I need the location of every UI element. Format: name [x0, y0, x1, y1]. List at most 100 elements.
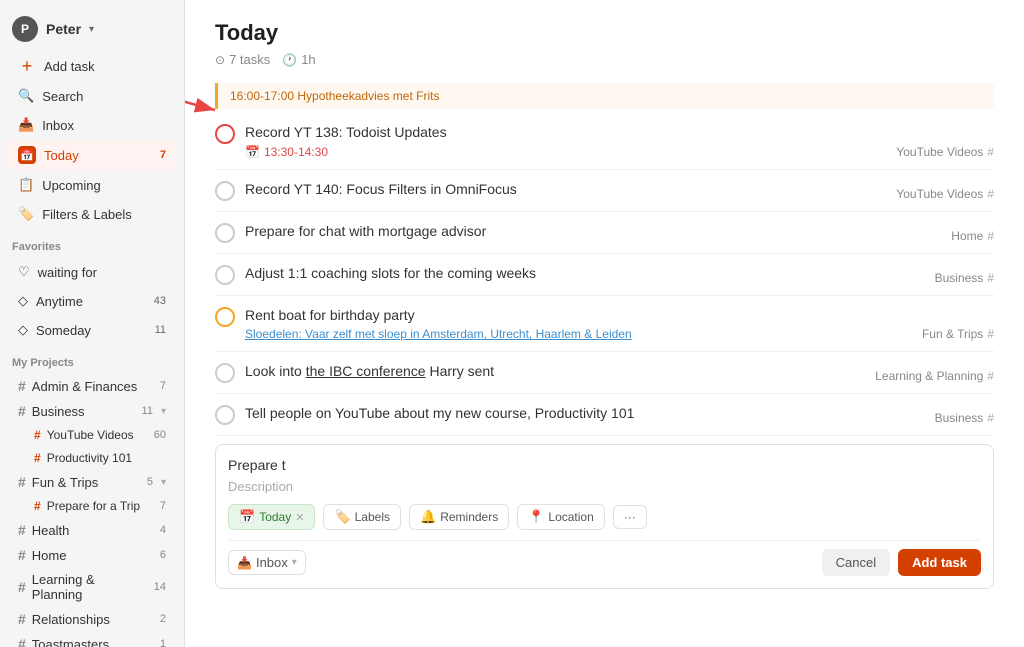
project-name: Fun & Trips	[922, 327, 983, 341]
hash-icon: #	[34, 428, 41, 442]
sidebar-item-waiting-for[interactable]: ♡ waiting for	[6, 258, 178, 286]
sidebar-item-admin-finances[interactable]: # Admin & Finances 7	[6, 374, 178, 398]
sidebar-item-learning-planning[interactable]: # Learning & Planning 14	[6, 568, 178, 606]
filters-icon: 🏷️	[18, 206, 34, 222]
sidebar-item-prepare-trip[interactable]: # Prepare for a Trip 7	[6, 495, 178, 517]
task-checkbox[interactable]	[215, 265, 235, 285]
project-name: YouTube Videos	[896, 187, 983, 201]
add-task-label: Add task	[44, 59, 95, 74]
task-body: Record YT 140: Focus Filters in OmniFocu…	[245, 180, 884, 200]
task-body: Prepare for chat with mortgage advisor	[245, 222, 939, 242]
form-buttons: Cancel Add task	[822, 549, 981, 576]
calendar-icon: 📅	[239, 509, 255, 525]
more-button[interactable]: ···	[613, 505, 647, 529]
hash-icon: #	[987, 369, 994, 383]
hash-icon: #	[18, 474, 26, 490]
sidebar-item-fun-trips[interactable]: # Fun & Trips 5 ▾	[6, 470, 178, 494]
sidebar-item-youtube-videos[interactable]: # YouTube Videos 60	[6, 424, 178, 446]
task-row: Record YT 140: Focus Filters in OmniFocu…	[215, 170, 994, 212]
project-name: Business	[935, 411, 984, 425]
inbox-selector[interactable]: 📥 Inbox ▾	[228, 550, 306, 575]
sidebar-item-toastmasters[interactable]: # Toastmasters 1	[6, 632, 178, 647]
project-badge: 6	[160, 549, 166, 561]
sidebar-item-anytime[interactable]: ◇ Anytime 43	[6, 287, 178, 315]
someday-icon: ◇	[18, 322, 28, 338]
task-title-input[interactable]	[228, 457, 981, 473]
user-menu[interactable]: P Peter ▾	[0, 8, 184, 50]
waiting-for-label: waiting for	[38, 265, 97, 280]
project-name: YouTube Videos	[896, 145, 983, 159]
task-checkbox[interactable]	[215, 124, 235, 144]
project-badge: 7	[160, 380, 166, 392]
add-task-button[interactable]: Add task	[898, 549, 981, 576]
plus-icon: +	[18, 57, 36, 75]
remove-date-button[interactable]: ✕	[295, 511, 304, 524]
sidebar-item-filters[interactable]: 🏷️ Filters & Labels	[6, 200, 178, 228]
task-checkbox[interactable]	[215, 223, 235, 243]
someday-label: Someday	[36, 323, 91, 338]
hash-icon: #	[18, 403, 26, 419]
form-footer: 📥 Inbox ▾ Cancel Add task	[228, 540, 981, 576]
task-underline: the IBC conference	[306, 363, 426, 379]
favorites-section: Favorites	[0, 229, 184, 257]
task-title: Tell people on YouTube about my new cour…	[245, 404, 923, 424]
task-checkbox[interactable]	[215, 181, 235, 201]
sidebar-item-home[interactable]: # Home 6	[6, 543, 178, 567]
task-body: Look into the IBC conference Harry sent	[245, 362, 863, 382]
sidebar-item-business[interactable]: # Business 11 ▾	[6, 399, 178, 423]
task-title: Record YT 138: Todoist Updates	[245, 123, 884, 143]
location-button[interactable]: 📍 Location	[517, 504, 605, 530]
task-title: Prepare for chat with mortgage advisor	[245, 222, 939, 242]
hash-icon: #	[18, 522, 26, 538]
project-name: Fun & Trips	[32, 475, 98, 490]
label-icon: 🏷️	[334, 509, 350, 525]
hash-icon: #	[18, 547, 26, 563]
reminders-button[interactable]: 🔔 Reminders	[409, 504, 509, 530]
sidebar-item-relationships[interactable]: # Relationships 2	[6, 607, 178, 631]
time-estimate: 🕐 1h	[282, 52, 315, 67]
time-block: 16:00-17:00 Hypotheekadvies met Frits	[215, 83, 994, 109]
task-title: Look into the IBC conference Harry sent	[245, 362, 863, 382]
anytime-badge: 43	[154, 295, 166, 307]
sidebar-item-today[interactable]: 📅 Today 7	[6, 140, 178, 170]
sidebar-item-upcoming[interactable]: 📋 Upcoming	[6, 171, 178, 199]
project-badge: 4	[160, 524, 166, 536]
project-name: Admin & Finances	[32, 379, 138, 394]
hash-icon: #	[18, 378, 26, 394]
task-subtitle: Sloedelen: Vaar zelf met sloep in Amster…	[245, 327, 910, 341]
sidebar-item-health[interactable]: # Health 4	[6, 518, 178, 542]
task-project: Learning & Planning #	[863, 369, 994, 383]
sidebar-item-someday[interactable]: ◇ Someday 11	[6, 316, 178, 344]
calendar-icon: 📅	[245, 145, 260, 159]
project-name: Health	[32, 523, 70, 538]
inbox-icon: 📥	[18, 117, 34, 133]
sidebar-item-search[interactable]: 🔍 Search	[6, 82, 178, 110]
add-task-button[interactable]: + Add task	[6, 51, 178, 81]
project-name: Business	[32, 404, 85, 419]
sidebar-item-inbox[interactable]: 📥 Inbox	[6, 111, 178, 139]
project-badge: 60	[154, 429, 166, 441]
task-checkbox[interactable]	[215, 307, 235, 327]
more-icon: ···	[624, 510, 636, 524]
sidebar-item-productivity-101[interactable]: # Productivity 101	[6, 447, 178, 469]
project-name: Relationships	[32, 612, 110, 627]
task-checkbox[interactable]	[215, 363, 235, 383]
project-name: YouTube Videos	[47, 428, 134, 442]
hash-icon: #	[18, 579, 26, 595]
date-button[interactable]: 📅 Today ✕	[228, 504, 315, 530]
project-name: Learning & Planning	[875, 369, 983, 383]
add-task-form: Description 📅 Today ✕ 🏷️ Labels 🔔 Remind…	[215, 444, 994, 589]
main-content: Today ⊙ 7 tasks 🕐 1h 16:00-17:00 Hypothe…	[185, 0, 1024, 647]
task-link[interactable]: Sloedelen: Vaar zelf met sloep in Amster…	[245, 327, 632, 341]
task-checkbox[interactable]	[215, 405, 235, 425]
task-project: Home #	[939, 229, 994, 243]
upcoming-label: Upcoming	[42, 178, 101, 193]
cancel-button[interactable]: Cancel	[822, 549, 890, 576]
task-body: Record YT 138: Todoist Updates 📅 13:30-1…	[245, 123, 884, 159]
hash-icon: #	[987, 145, 994, 159]
task-title: Record YT 140: Focus Filters in OmniFocu…	[245, 180, 884, 200]
labels-button[interactable]: 🏷️ Labels	[323, 504, 401, 530]
hash-icon: #	[34, 499, 41, 513]
today-icon: 📅	[18, 146, 36, 164]
inbox-label: Inbox	[42, 118, 74, 133]
